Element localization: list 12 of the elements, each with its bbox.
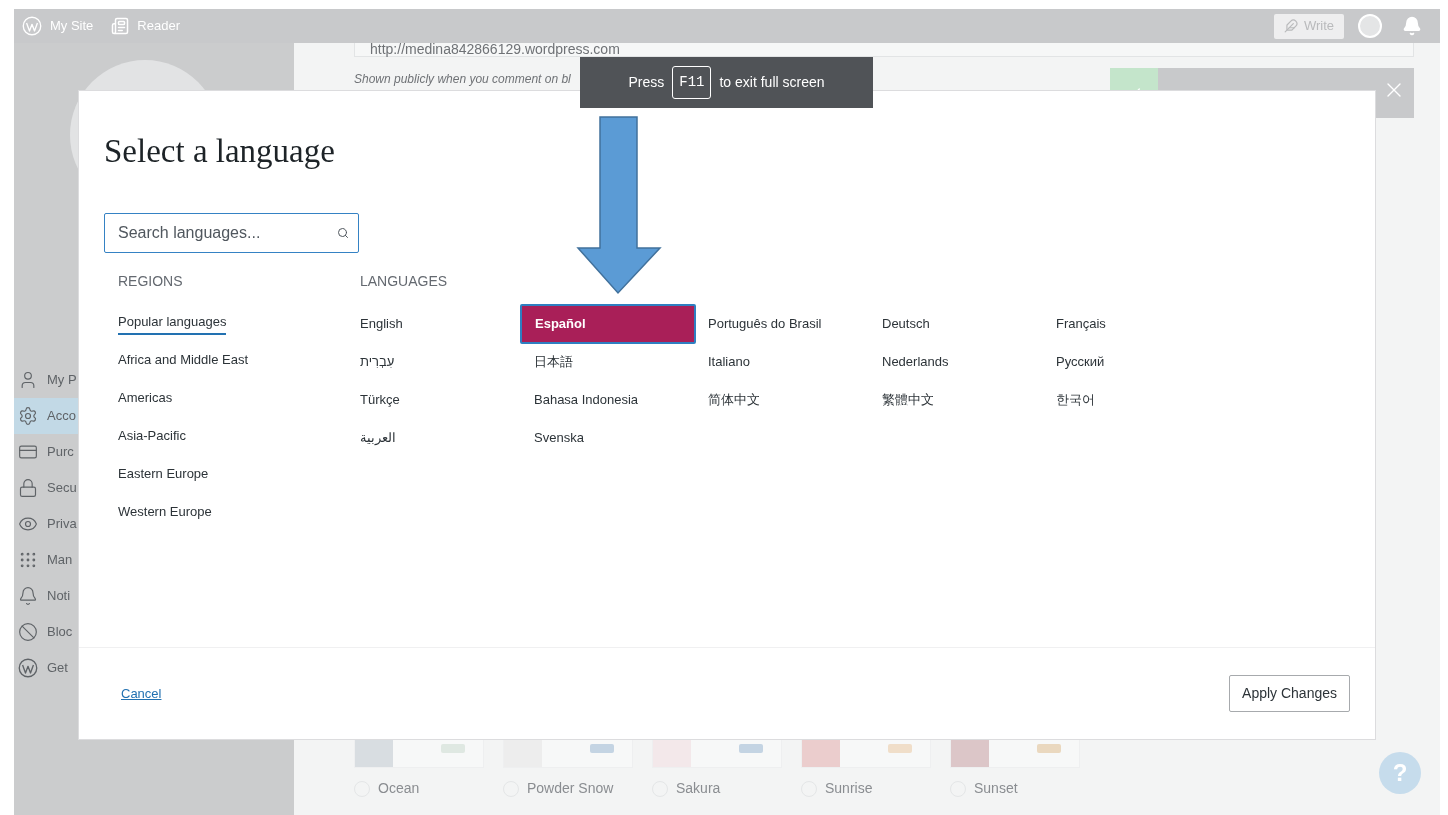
toast-text: Press xyxy=(628,73,665,92)
url-hint: Shown publicly when you comment on bl xyxy=(354,72,571,86)
languages-heading: LANGUAGES xyxy=(360,271,449,291)
toast-text: to exit full screen xyxy=(719,73,825,92)
scheme-name: Powder Snow xyxy=(527,779,614,798)
scheme-name: Ocean xyxy=(378,779,420,798)
regions-heading: REGIONS xyxy=(118,271,184,291)
dialog-title: Select a language xyxy=(104,132,336,171)
scheme-name: Sunrise xyxy=(825,779,873,798)
key-badge: F11 xyxy=(672,66,712,99)
scheme-name: Sunset xyxy=(974,779,1018,798)
scheme-name: Sakura xyxy=(676,779,721,798)
